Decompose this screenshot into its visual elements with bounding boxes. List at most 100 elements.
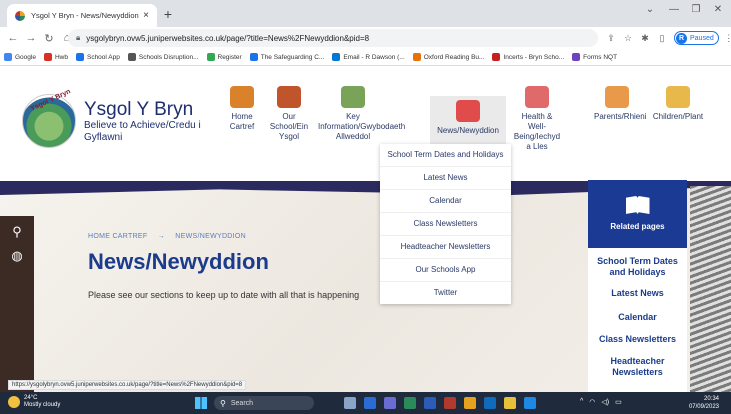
bookmark-favicon-icon [127, 53, 136, 61]
parents-icon [605, 86, 629, 108]
profile-button[interactable]: R Paused [674, 31, 719, 45]
nav-item-5[interactable]: Health & Well-Being/Iechyd a Lles [512, 86, 562, 152]
bookmark-star-icon[interactable]: ☆ [621, 33, 635, 44]
bookmark-favicon-icon [249, 53, 258, 61]
clock-date: 07/09/2023 [688, 404, 719, 410]
taskbar-search[interactable]: ⚲ Search [214, 396, 314, 410]
bookmark-item[interactable]: The Safeguarding C... [249, 53, 324, 61]
bookmark-label: Register [217, 53, 242, 61]
new-tab-button[interactable]: + [160, 6, 176, 22]
bookmark-item[interactable]: Google [4, 53, 36, 61]
outlook-icon[interactable] [484, 397, 496, 409]
taskbar-search-label: Search [230, 399, 254, 407]
nav-label: Our School/Ein Ysgol [269, 112, 309, 141]
nav-item-3[interactable]: Key Information/Gwybodaeth Allweddol [318, 86, 405, 142]
bookmark-label: Email - R Dawson (... [343, 53, 405, 61]
forward-arrow-icon[interactable]: → [22, 32, 40, 44]
excel-icon[interactable] [404, 397, 416, 409]
nav-item-7[interactable]: Children/Plant [652, 86, 704, 122]
file-explorer-icon[interactable] [344, 397, 356, 409]
close-tab-icon[interactable]: × [143, 10, 149, 21]
edge-icon[interactable] [364, 397, 376, 409]
weather-desc: Mostly cloudy [24, 402, 61, 408]
extensions-icon[interactable]: ✱ [638, 33, 652, 44]
bookmark-favicon-icon [75, 53, 84, 61]
bookmark-favicon-icon [206, 53, 215, 61]
bookmark-item[interactable]: Forms NQT [572, 53, 617, 61]
powerpoint-icon[interactable] [444, 397, 456, 409]
teams-icon[interactable] [384, 397, 396, 409]
related-link[interactable]: School Term Dates and Holidays [588, 256, 687, 278]
nav-item-4[interactable]: News/Newyddion [430, 96, 506, 144]
bookmark-item[interactable]: Incerts - Bryn Scho... [492, 53, 564, 61]
news-dropdown-menu: School Term Dates and Holidays Latest New… [380, 144, 511, 304]
tray-chevron-icon[interactable]: ^ [580, 398, 583, 406]
dropdown-item[interactable]: Latest News [380, 166, 511, 189]
menu-dots-icon[interactable]: ⋮ [722, 33, 731, 44]
children-icon [666, 86, 690, 108]
minimize-button[interactable]: — [664, 4, 684, 15]
lock-icon[interactable]: 🔒︎ [76, 33, 80, 43]
battery-icon[interactable]: ▭ [615, 398, 622, 406]
app-icon[interactable] [464, 397, 476, 409]
bookmark-favicon-icon [572, 53, 581, 61]
school-name[interactable]: Ysgol Y Bryn [84, 99, 193, 121]
bookmark-favicon-icon [43, 53, 52, 61]
bookmark-item[interactable]: School App [75, 53, 120, 61]
bookmark-label: Forms NQT [583, 53, 618, 61]
breadcrumb: HOME CARTREF → NEWS/NEWYDDION [88, 233, 254, 240]
bookmarks-bar: Google Hwb School App Schools Disruption...… [0, 49, 731, 66]
search-icon[interactable]: ⚲ [8, 224, 26, 242]
bookmark-favicon-icon [4, 53, 12, 61]
chrome-icon[interactable] [504, 397, 516, 409]
url-text: ysgolybryn.ovw5.juniperwebsites.co.uk/pa… [86, 33, 370, 43]
dropdown-item[interactable]: Twitter [380, 281, 511, 304]
nav-item-6[interactable]: Parents/Rhieni [594, 86, 646, 122]
bookmark-item[interactable]: Email - R Dawson (... [332, 53, 405, 61]
restore-button[interactable]: ❐ [686, 4, 706, 15]
dropdown-item[interactable]: Our Schools App [380, 258, 511, 281]
nav-label: Home Cartref [229, 112, 255, 131]
breadcrumb-current[interactable]: NEWS/NEWYDDION [175, 233, 246, 240]
word-icon[interactable] [424, 397, 436, 409]
dropdown-item[interactable]: Headteacher Newsletters [380, 235, 511, 258]
related-link[interactable]: Class Newsletters [588, 334, 687, 345]
dropdown-item[interactable]: Calendar [380, 189, 511, 212]
tab-title: Ysgol Y Bryn - News/Newyddion [31, 11, 139, 20]
weather-temp: 24°C [24, 395, 38, 401]
share-icon[interactable]: ⇪ [604, 33, 618, 44]
bookmark-label: Oxford Reading Bu... [423, 53, 485, 61]
bookmark-item[interactable]: Oxford Reading Bu... [412, 53, 485, 61]
system-tray[interactable]: ^ ◠ ◁) ▭ [580, 398, 622, 406]
bookmark-item[interactable]: Schools Disruption... [127, 53, 199, 61]
breadcrumb-home[interactable]: HOME CARTREF [88, 233, 147, 240]
wifi-icon[interactable]: ◠ [589, 398, 595, 406]
dropdown-item[interactable]: Class Newsletters [380, 212, 511, 235]
address-bar[interactable]: 🔒︎ ysgolybryn.ovw5.juniperwebsites.co.uk… [68, 29, 598, 47]
side-panel-icon[interactable]: ▯ [655, 33, 669, 44]
nav-item-2[interactable]: Our School/Ein Ysgol [266, 86, 312, 142]
close-window-button[interactable]: ✕ [708, 4, 728, 15]
app-icon-2[interactable] [524, 397, 536, 409]
volume-icon[interactable]: ◁) [601, 398, 609, 406]
nav-item-1[interactable]: Home Cartref [222, 86, 262, 132]
search-icon: ⚲ [220, 398, 226, 408]
tab-search-chevron-icon[interactable]: ⌄ [640, 4, 660, 15]
back-arrow-icon[interactable]: ← [4, 32, 22, 44]
related-link[interactable]: Calendar [588, 312, 687, 323]
bookmark-label: Google [15, 53, 36, 61]
bookmark-item[interactable]: Hwb [43, 53, 68, 61]
bookmark-item[interactable]: Register [206, 53, 242, 61]
clock-time: 20:34 [703, 396, 719, 402]
related-pages-panel: Related pages School Term Dates and Holi… [588, 180, 687, 392]
taskbar-clock[interactable]: 20:34 07/09/2023 [683, 395, 719, 411]
related-link[interactable]: Latest News [588, 288, 687, 299]
windows-start-icon[interactable] [195, 397, 207, 409]
translate-globe-icon[interactable]: ◍ [8, 248, 26, 266]
browser-tab[interactable]: Ysgol Y Bryn - News/Newyddion × [7, 4, 157, 27]
related-link[interactable]: Headteacher Newsletters [588, 356, 687, 378]
weather-widget[interactable]: 24°C Mostly cloudy [8, 395, 60, 409]
dropdown-item[interactable]: School Term Dates and Holidays [380, 144, 511, 166]
school-logo[interactable]: Ysgol Y Bryn [22, 88, 76, 148]
reload-icon[interactable]: ↻ [40, 32, 58, 45]
